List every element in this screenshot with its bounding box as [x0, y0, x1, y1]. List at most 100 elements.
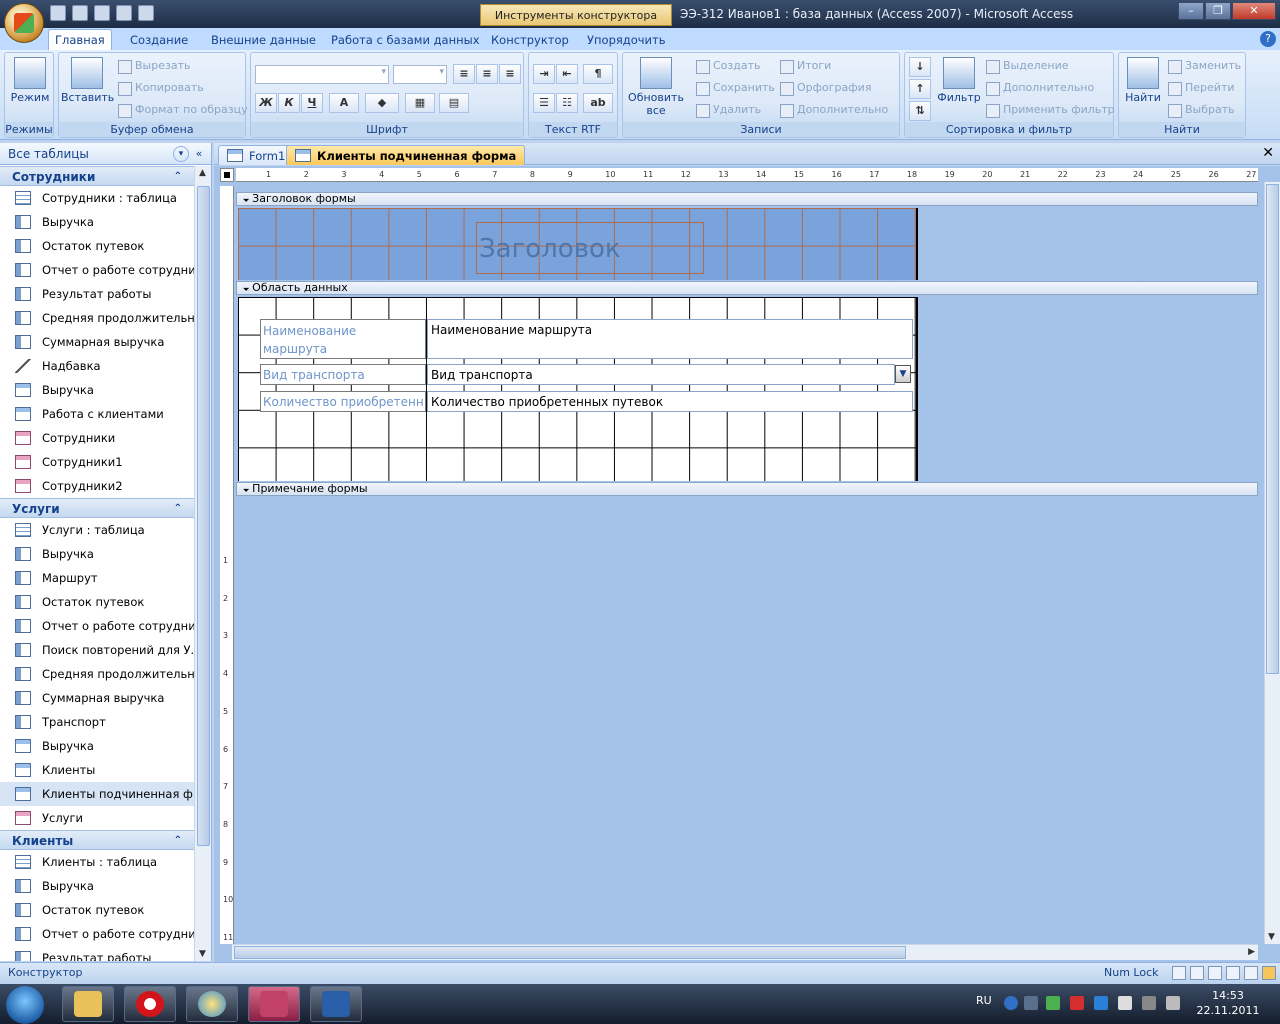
- chevron-down-icon[interactable]: ▾: [173, 146, 189, 162]
- outdent-icon[interactable]: ⇤: [556, 64, 578, 84]
- save-record-button[interactable]: Сохранить: [695, 79, 775, 97]
- nav-item[interactable]: Средняя продолжительн...: [0, 662, 194, 686]
- selection-filter-button[interactable]: Выделение: [985, 57, 1069, 75]
- new-record-button[interactable]: Создать: [695, 57, 761, 75]
- nav-item[interactable]: Средняя продолжительн...: [0, 306, 194, 330]
- vertical-ruler[interactable]: 1 2 3 4 5 6 7 8 9 10 11: [220, 186, 234, 944]
- horizontal-scrollbar-thumb[interactable]: [234, 946, 906, 959]
- font-color-button[interactable]: A: [329, 93, 359, 113]
- totals-button[interactable]: Итоги: [779, 57, 831, 75]
- cut-button[interactable]: Вырезать: [117, 57, 190, 75]
- nav-item[interactable]: Суммарная выручка: [0, 330, 194, 354]
- apply-filter-button[interactable]: Применить фильтр: [985, 101, 1115, 119]
- label-transport-type[interactable]: Вид транспорта: [260, 364, 426, 385]
- nav-item[interactable]: Выручка: [0, 734, 194, 758]
- nav-item[interactable]: Услуги : таблица: [0, 518, 194, 542]
- nav-item[interactable]: Сотрудники2: [0, 474, 194, 498]
- advanced-filter-button[interactable]: Дополнительно: [985, 79, 1094, 97]
- align-left-icon[interactable]: ≡: [453, 64, 475, 84]
- pivot-chart-view-icon[interactable]: [1226, 966, 1240, 980]
- nav-item[interactable]: Остаток путевок: [0, 234, 194, 258]
- goto-button[interactable]: Перейти: [1167, 79, 1235, 97]
- tab-arrange[interactable]: Упорядочить: [581, 30, 672, 50]
- nav-item[interactable]: Отчет о работе сотрудни...: [0, 922, 194, 946]
- help-tray-icon[interactable]: [1004, 996, 1018, 1010]
- redo-icon[interactable]: [94, 5, 110, 21]
- tab-create[interactable]: Создание: [124, 30, 194, 50]
- section-footer-bar[interactable]: Примечание формы: [236, 482, 1258, 496]
- horizontal-ruler[interactable]: 1 2 3 4 5 6 7 8 9 10 11 12 13 14 15 16 17 18 19 20 21 22 23 24 2…: [236, 168, 1258, 182]
- tab-clients-subform[interactable]: Клиенты подчиненная форма: [286, 145, 526, 165]
- close-button[interactable]: ✕: [1232, 2, 1276, 20]
- highlight-icon[interactable]: ab: [583, 93, 613, 113]
- nav-item[interactable]: Остаток путевок: [0, 590, 194, 614]
- nav-item[interactable]: Клиенты: [0, 758, 194, 782]
- qat-customize-icon[interactable]: [138, 5, 154, 21]
- tab-database-tools[interactable]: Работа с базами данных: [325, 30, 486, 50]
- label-purchased-count[interactable]: Количество приобретенн: [260, 391, 426, 412]
- nav-scrollbar[interactable]: ▲ ▼: [194, 166, 211, 961]
- taskbar-opera[interactable]: [124, 986, 176, 1022]
- close-document-icon[interactable]: ✕: [1262, 145, 1274, 161]
- scroll-up-icon[interactable]: ▲: [199, 168, 206, 178]
- bullets-icon[interactable]: ☰: [533, 93, 555, 113]
- replace-button[interactable]: Заменить: [1167, 57, 1241, 75]
- sort-ascending-icon[interactable]: ↓: [909, 57, 931, 77]
- nav-item[interactable]: Остаток путевок: [0, 898, 194, 922]
- combo-transport-type[interactable]: Вид транспорта: [427, 364, 895, 385]
- office-button[interactable]: [4, 3, 44, 43]
- datasheet-view-icon[interactable]: [1190, 966, 1204, 980]
- help-icon[interactable]: ?: [1260, 31, 1276, 47]
- more-records-button[interactable]: Дополнительно: [779, 101, 888, 119]
- nav-item[interactable]: Клиенты : таблица: [0, 850, 194, 874]
- gridlines-icon[interactable]: ▦: [405, 93, 435, 113]
- nav-item[interactable]: Выручка: [0, 210, 194, 234]
- nav-item[interactable]: Результат работы: [0, 946, 194, 961]
- network-tray-icon[interactable]: [1094, 996, 1108, 1010]
- scroll-down-icon[interactable]: ▼: [199, 949, 206, 959]
- chevron-up-icon[interactable]: ⌃: [174, 831, 182, 851]
- antivirus-icon[interactable]: [1070, 996, 1084, 1010]
- design-view-icon[interactable]: [1262, 966, 1276, 980]
- tab-design[interactable]: Конструктор: [485, 30, 575, 50]
- field-route-name[interactable]: Наименование маршрута: [427, 319, 913, 359]
- layout-view-icon[interactable]: [1244, 966, 1258, 980]
- vertical-scrollbar-thumb[interactable]: [1266, 184, 1279, 674]
- nav-item[interactable]: Поиск повторений для У...: [0, 638, 194, 662]
- bold-button[interactable]: Ж: [255, 93, 277, 113]
- field-purchased-count[interactable]: Количество приобретенных путевок: [427, 391, 913, 412]
- spelling-button[interactable]: Орфография: [779, 79, 871, 97]
- start-button[interactable]: [6, 986, 44, 1024]
- delete-record-button[interactable]: Удалить: [695, 101, 761, 119]
- nav-item[interactable]: Транспорт: [0, 710, 194, 734]
- nav-item[interactable]: Результат работы: [0, 282, 194, 306]
- label-route-name[interactable]: Наименование маршрута: [260, 319, 426, 359]
- nav-item[interactable]: Клиенты подчиненная ф...: [0, 782, 194, 806]
- taskbar-access[interactable]: [248, 986, 300, 1022]
- alternate-fill-icon[interactable]: ▤: [439, 93, 469, 113]
- nav-item[interactable]: Выручка: [0, 378, 194, 402]
- taskbar-explorer[interactable]: [62, 986, 114, 1022]
- view-button[interactable]: Режим: [9, 57, 51, 104]
- nav-group-header[interactable]: Услуги ⌃: [0, 498, 194, 518]
- refresh-all-button[interactable]: Обновить все: [625, 57, 687, 117]
- network-icon[interactable]: [1142, 996, 1156, 1010]
- nav-item[interactable]: Отчет о работе сотрудни...: [0, 258, 194, 282]
- open-icon[interactable]: [116, 5, 132, 21]
- numbering-icon[interactable]: ☷: [556, 93, 578, 113]
- nav-item[interactable]: Отчет о работе сотрудни...: [0, 614, 194, 638]
- align-center-icon[interactable]: ≡: [476, 64, 498, 84]
- header-title-label[interactable]: Заголовок: [476, 222, 704, 274]
- tab-form1[interactable]: Form1: [218, 145, 295, 165]
- copy-button[interactable]: Копировать: [117, 79, 204, 97]
- save-icon[interactable]: [50, 5, 66, 21]
- indent-icon[interactable]: ⇥: [533, 64, 555, 84]
- nav-group-header[interactable]: Клиенты ⌃: [0, 830, 194, 850]
- nav-group-header[interactable]: Сотрудники ⌃: [0, 166, 194, 186]
- tab-home[interactable]: Главная: [48, 29, 112, 50]
- taskbar-word[interactable]: [310, 986, 362, 1022]
- nav-header[interactable]: Все таблицы ▾ «: [0, 143, 211, 165]
- paste-button[interactable]: Вставить: [61, 57, 114, 104]
- fill-color-icon[interactable]: ◆: [365, 93, 399, 113]
- find-button[interactable]: Найти: [1121, 57, 1165, 104]
